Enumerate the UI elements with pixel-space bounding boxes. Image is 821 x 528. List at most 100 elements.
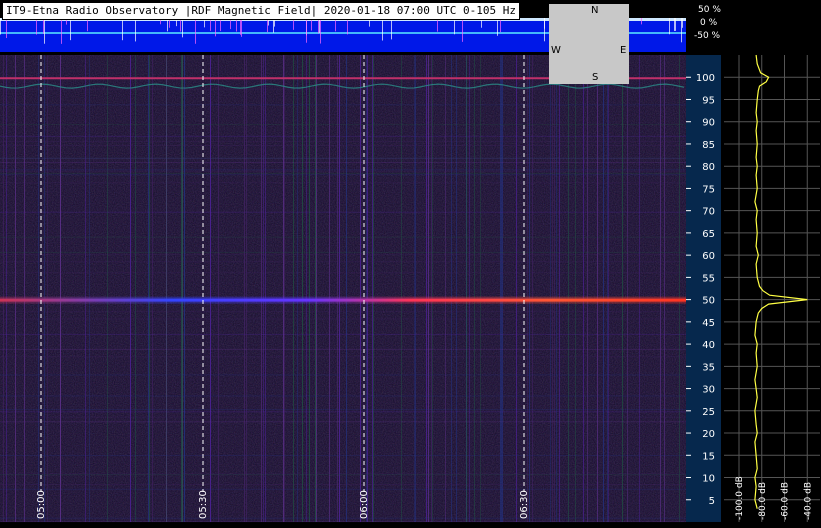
level-meter-spike: [500, 18, 501, 33]
spectrogram-horizontal-streak: [0, 162, 686, 164]
level-meter-spike: [236, 18, 237, 32]
level-meter-spike: [674, 18, 675, 31]
level-meter-spike: [641, 18, 642, 25]
level-meter-spike: [675, 18, 676, 31]
spectrogram-horizontal-streak: [0, 356, 686, 358]
spectrogram-horizontal-streak: [0, 182, 686, 184]
time-tick-label: 05:30: [198, 490, 209, 519]
compass-north-label: N: [591, 5, 599, 16]
time-tick-label: 05:00: [36, 490, 47, 519]
level-meter-spike: [267, 18, 268, 33]
frequency-axis: 100 95 90 85 80 75 70 65 60 55 50 45 40 35 30 25 20 15 10 5: [686, 55, 721, 522]
level-meter-spike: [437, 18, 438, 32]
spectrogram-horizontal-streak: [0, 348, 686, 350]
spectrogram-horizontal-streak: [0, 521, 686, 523]
level-meter-spike: [195, 18, 196, 44]
spectrogram-horizontal-streak: [0, 88, 686, 90]
spectrum-tick-label: -80.0 dB: [758, 482, 768, 520]
spectrogram-horizontal-streak: [0, 170, 686, 172]
spectrogram-horizontal-streak: [0, 172, 686, 174]
spectrogram-horizontal-streak: [0, 517, 686, 519]
level-meter-spike: [454, 18, 455, 35]
spectrogram-horizontal-streak: [0, 211, 686, 213]
level-meter-spike: [70, 18, 71, 41]
level-meter-labels: 50 % 0 % -50 %: [686, 0, 821, 52]
spectrogram-horizontal-streak: [0, 395, 686, 397]
spectrogram-horizontal-streak: [0, 236, 686, 238]
level-meter-spike: [61, 18, 62, 44]
level-meter-spike: [122, 18, 123, 41]
spectrogram-horizontal-streak: [0, 454, 686, 456]
spectrogram-horizontal-streak: [0, 174, 686, 176]
frequency-tick-label: 35: [702, 362, 715, 373]
spectrum-tick-label: -40.0 dB: [803, 482, 813, 520]
spectrogram-horizontal-streak: [0, 124, 686, 126]
spectrogram-horizontal-streak: [0, 411, 686, 413]
time-tick-label: 06:30: [519, 490, 530, 519]
level-meter-spike: [180, 18, 181, 32]
spectrogram-horizontal-streak: [0, 261, 686, 263]
level-meter-spike: [462, 18, 463, 42]
spectrogram-horizontal-streak: [0, 145, 686, 147]
compass-east-label: E: [620, 45, 627, 56]
level-meter-spike: [273, 18, 274, 33]
level-meter-spike: [44, 18, 45, 44]
compass-south-label: S: [592, 72, 599, 83]
chart-title: IT9-Etna Radio Observatory |RDF Magnetic…: [2, 2, 520, 20]
level-meter-spike: [215, 18, 216, 37]
spectrogram-horizontal-streak: [0, 251, 686, 253]
frequency-tick-label: 25: [702, 407, 715, 418]
spectrogram-horizontal-streak: [0, 409, 686, 411]
level-meter-spike: [682, 18, 683, 28]
spectrogram-horizontal-streak: [0, 254, 686, 256]
spectrogram-horizontal-streak: [0, 272, 686, 274]
spectrogram-horizontal-streak: [0, 135, 686, 137]
level-meter-spike: [306, 18, 307, 43]
spectrogram-horizontal-streak: [0, 374, 686, 376]
spectrogram-horizontal-streak: [0, 318, 686, 320]
level-meter-spike: [241, 18, 242, 37]
level-meter-spike: [319, 18, 320, 33]
frequency-tick-label: 95: [702, 95, 715, 106]
spectrogram-horizontal-streak: [0, 421, 686, 423]
time-tick-label: 06:00: [359, 490, 370, 519]
rdf-spectrogram-display: 05:00 05:30 06:00 06:30 100 95 90 85 80 75 70 65 60…: [0, 0, 821, 524]
frequency-tick-label: 65: [702, 229, 715, 240]
spectrogram-horizontal-streak: [0, 483, 686, 485]
frequency-tick-label: 90: [702, 118, 715, 129]
frequency-tick-label: 75: [702, 184, 715, 195]
frequency-tick-label: 60: [702, 251, 715, 262]
level-meter-spike: [318, 18, 319, 34]
spectrum-tick-label: -60.0 dB: [781, 482, 791, 520]
level-meter-spike: [240, 18, 241, 35]
level-meter-spike: [347, 18, 348, 35]
frequency-tick-label: 10: [702, 474, 715, 485]
spectrogram-canvas: 05:00 05:30 06:00 06:30 100 95 90 85 80 75 70 65 60…: [0, 10, 820, 523]
frequency-tick-label: 15: [702, 451, 715, 462]
level-meter-spike: [382, 18, 383, 41]
level-meter-spike: [544, 18, 545, 29]
spectrum-tick-label: -100.0 dB: [735, 476, 745, 520]
frequency-tick-label: 5: [709, 496, 715, 507]
spectrogram-horizontal-streak: [0, 474, 686, 476]
spectrogram-horizontal-streak: [0, 333, 686, 335]
frequency-tick-label: 70: [702, 207, 715, 218]
spectrogram-horizontal-streak: [0, 140, 686, 142]
frequency-tick-label: 80: [702, 162, 715, 173]
frequency-tick-label: 50: [702, 296, 715, 307]
level-meter-spike: [43, 18, 44, 34]
level-meter-spike: [0, 18, 1, 35]
level-meter-spike: [6, 18, 7, 39]
spectrogram-horizontal-streak: [0, 157, 686, 159]
level-meter-spike: [182, 18, 183, 38]
spectrogram-horizontal-streak: [0, 104, 686, 106]
compass-west-label: W: [551, 45, 561, 56]
frequency-tick-label: 55: [702, 273, 715, 284]
spectrogram-horizontal-streak: [0, 488, 686, 490]
level-label-top: 50 %: [698, 5, 721, 15]
frequency-tick-label: 30: [702, 385, 715, 396]
level-meter-spike: [391, 18, 392, 40]
level-meter-spike: [135, 18, 136, 42]
line-50hz: [0, 298, 686, 302]
frequency-tick-label: 20: [702, 429, 715, 440]
